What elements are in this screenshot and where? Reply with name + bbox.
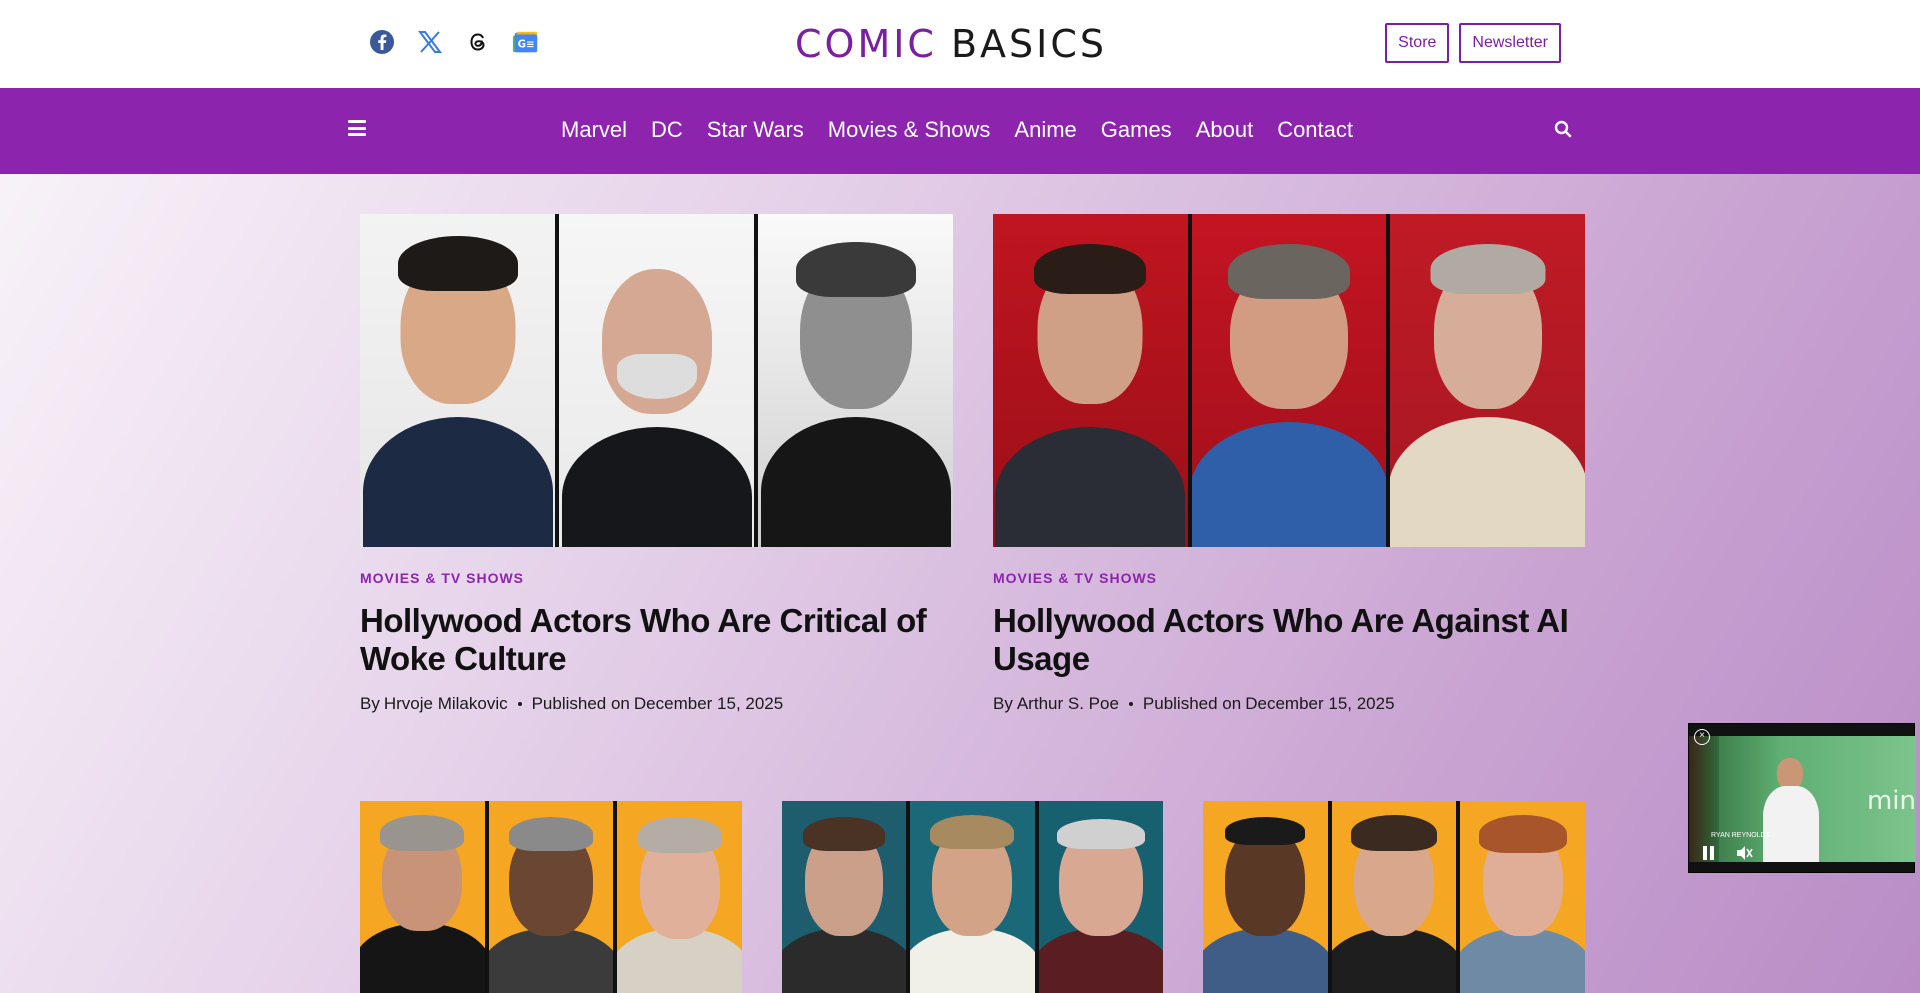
close-icon[interactable]: × (1694, 729, 1710, 745)
search-icon[interactable] (1554, 120, 1572, 143)
nav-item-dc[interactable]: DC (651, 117, 683, 143)
menu-icon[interactable] (348, 120, 366, 136)
video-brand-text: min (1866, 786, 1916, 816)
article-image[interactable] (782, 801, 1163, 993)
nav-links: Marvel DC Star Wars Movies & Shows Anime… (561, 117, 1353, 143)
nav-item-contact[interactable]: Contact (1277, 117, 1353, 143)
article-image[interactable] (1203, 801, 1585, 993)
separator-dot (1128, 702, 1133, 706)
video-player[interactable]: min RYAN REYNOLDS × (1688, 723, 1916, 873)
article-category[interactable]: MOVIES & TV SHOWS (360, 570, 953, 586)
by-label: By (360, 694, 380, 713)
site-logo[interactable]: COMIC BASICS (795, 22, 1107, 66)
article-card[interactable]: MOVIES & TV SHOWS Hollywood Actors Who A… (360, 214, 953, 714)
video-overlay-text: RYAN REYNOLDS (1711, 832, 1771, 839)
publish-date: December 15, 2025 (633, 694, 784, 713)
nav-item-movies-shows[interactable]: Movies & Shows (828, 117, 991, 143)
publish-date: December 15, 2025 (1245, 694, 1395, 713)
nav-item-marvel[interactable]: Marvel (561, 117, 627, 143)
published-label: Published on (1142, 694, 1242, 713)
store-button[interactable]: Store (1385, 23, 1450, 63)
separator-dot (517, 702, 522, 706)
google-news-icon[interactable]: G≡ (512, 28, 540, 56)
svg-text:G≡: G≡ (518, 39, 535, 51)
article-meta: By Hrvoje Milakovic Published on Decembe… (360, 694, 953, 714)
header-buttons: Store Newsletter (1385, 23, 1561, 63)
nav-item-about[interactable]: About (1196, 117, 1254, 143)
article-image[interactable] (993, 214, 1585, 547)
x-icon[interactable] (416, 28, 444, 56)
article-meta: By Arthur S. Poe Published on December 1… (993, 694, 1586, 714)
nav-item-anime[interactable]: Anime (1014, 117, 1076, 143)
pause-icon[interactable] (1703, 846, 1714, 860)
nav-item-games[interactable]: Games (1101, 117, 1172, 143)
nav-item-star-wars[interactable]: Star Wars (707, 117, 804, 143)
article-title[interactable]: Hollywood Actors Who Are Critical of Wok… (360, 602, 953, 678)
threads-icon[interactable] (464, 28, 492, 56)
author-link[interactable]: Hrvoje Milakovic (384, 694, 508, 714)
published-label: Published on (531, 694, 630, 713)
facebook-icon[interactable] (368, 28, 396, 56)
logo-basics: BASICS (950, 22, 1108, 66)
logo-comic: COMIC (795, 22, 937, 66)
article-title[interactable]: Hollywood Actors Who Are Against AI Usag… (993, 602, 1586, 678)
site-header: G≡ COMIC BASICS Store Newsletter (0, 0, 1920, 88)
by-label: By (993, 694, 1013, 713)
mute-icon[interactable] (1735, 845, 1753, 866)
main-nav: Marvel DC Star Wars Movies & Shows Anime… (0, 88, 1920, 174)
newsletter-button[interactable]: Newsletter (1459, 23, 1561, 63)
social-links: G≡ (368, 28, 540, 56)
video-frame[interactable]: min RYAN REYNOLDS (1689, 736, 1916, 862)
article-image[interactable] (360, 801, 742, 993)
author-link[interactable]: Arthur S. Poe (1017, 694, 1119, 714)
article-card[interactable]: MOVIES & TV SHOWS Hollywood Actors Who A… (993, 214, 1586, 714)
article-image[interactable] (360, 214, 953, 547)
article-category[interactable]: MOVIES & TV SHOWS (993, 570, 1586, 586)
